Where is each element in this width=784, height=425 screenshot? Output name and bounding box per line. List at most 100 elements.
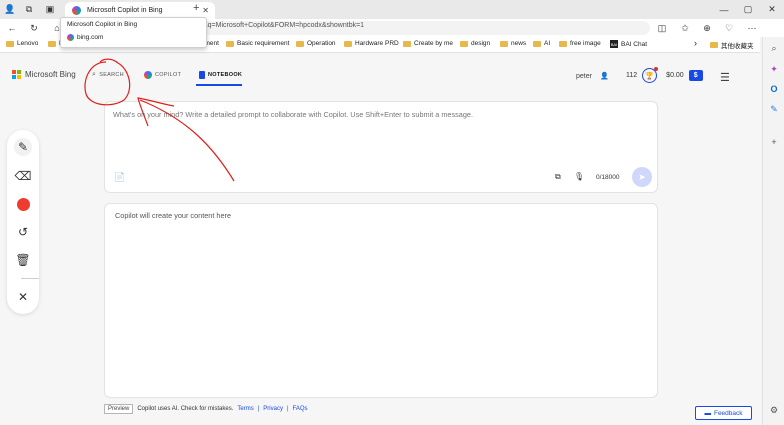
bookmark-folder[interactable]: free image	[559, 40, 601, 47]
copilot-favicon-icon	[72, 6, 81, 15]
refresh-icon[interactable]: ↻	[27, 21, 41, 35]
tab-notebook[interactable]: NOTEBOOK	[199, 71, 242, 79]
bookmark-label: news	[511, 40, 527, 47]
rewards-area[interactable]: 112 🏆 $0.00 $	[626, 67, 703, 83]
bookmark-label: Hardware PRD	[355, 40, 399, 47]
prompt-input[interactable]: What's on your mind? Write a detailed pr…	[113, 110, 473, 119]
red-color-swatch	[16, 197, 30, 211]
copilot-favicon-icon	[67, 34, 74, 41]
back-icon[interactable]: ←	[5, 21, 19, 35]
tab-actions-icon[interactable]: ▣	[43, 2, 57, 16]
tooltip-domain-row: bing.com	[67, 34, 103, 41]
bookmark-label: design	[471, 40, 491, 47]
folder-icon	[559, 40, 567, 47]
bookmark-folder[interactable]: Lenovo	[6, 40, 38, 47]
sidebar-add-icon[interactable]: +	[769, 137, 779, 147]
other-favorites-folder[interactable]: 其他收藏夹	[710, 40, 754, 50]
copilot-icon	[144, 71, 152, 79]
tooltip-domain: bing.com	[77, 34, 104, 41]
pen-tool-icon[interactable]: ✎	[14, 138, 32, 156]
attach-document-icon[interactable]: 📄	[114, 172, 125, 183]
privacy-link[interactable]: Privacy	[263, 406, 283, 412]
bookmark-label: Basic requirement	[237, 40, 290, 47]
sidebar-settings-icon[interactable]: ⚙	[769, 405, 779, 415]
search-icon: ⌕	[92, 71, 97, 78]
footer-separator: |	[286, 406, 289, 412]
send-button[interactable]: ➤	[632, 167, 652, 187]
bookmark-folder[interactable]: Create by me	[403, 40, 453, 47]
bookmarks-overflow-chevron-icon[interactable]: ›	[694, 38, 697, 48]
sidebar-tools-icon[interactable]: ✎	[769, 104, 779, 114]
undo-icon[interactable]: ↺	[14, 223, 32, 241]
bing-logo[interactable]: Microsoft Bing	[12, 70, 76, 79]
microphone-icon[interactable]: 🎙	[574, 172, 584, 181]
terms-link[interactable]: Terms	[237, 406, 253, 412]
dollar-badge-icon[interactable]: $	[688, 70, 703, 81]
image-upload-icon[interactable]: ⧉	[555, 172, 561, 182]
folder-icon	[226, 40, 234, 47]
new-tab-button[interactable]: +	[193, 2, 199, 14]
tab-search-label: SEARCH	[99, 72, 124, 78]
minimize-button[interactable]: —	[712, 5, 736, 15]
eraser-tool-icon[interactable]: ⌫	[14, 167, 32, 185]
window-controls: — ▢ ✕	[712, 0, 784, 19]
collections-icon[interactable]: ⊕	[700, 21, 714, 35]
bookmark-folder[interactable]: news	[500, 40, 526, 47]
trophy-icon[interactable]: 🏆	[642, 67, 659, 83]
bookmark-label: Lenovo	[17, 40, 39, 47]
tab-copilot[interactable]: COPILOT	[144, 71, 181, 79]
sidebar-copilot-icon[interactable]: ✦	[769, 64, 779, 74]
extensions-icon[interactable]: ♡	[722, 21, 736, 35]
more-menu-icon[interactable]: ⋯	[745, 21, 759, 35]
sidebar-outlook-icon[interactable]: O	[769, 84, 779, 94]
folder-icon	[48, 40, 56, 47]
active-tab-indicator	[196, 84, 242, 86]
folder-icon	[533, 40, 541, 47]
bookmark-folder[interactable]: Operation	[296, 40, 336, 47]
drawing-tools-panel: ✎ ⌫ ↺ 🗑 ✕	[7, 130, 39, 314]
tab-hover-tooltip: Microsoft Copilot in Bing bing.com	[60, 17, 207, 48]
bookmark-folder[interactable]: Hardware PRD	[344, 40, 399, 47]
url-text[interactable]: &q=Microsoft+Copilot&FORM=hpcodx&showntb…	[203, 22, 364, 29]
faqs-link[interactable]: FAQs	[293, 406, 308, 412]
favorites-icon[interactable]: ✩	[678, 21, 692, 35]
bookmark-label: Create by me	[414, 40, 454, 47]
profile-icon[interactable]: 👤	[3, 2, 17, 16]
bookmark-label: Operation	[307, 40, 336, 47]
footer: Preview Copilot uses AI. Check for mista…	[104, 404, 308, 414]
feedback-button[interactable]: ▬ Feedback	[695, 406, 752, 420]
close-tools-icon[interactable]: ✕	[14, 288, 32, 306]
folder-icon	[710, 42, 718, 48]
split-screen-icon[interactable]: ◫	[655, 21, 669, 35]
logo-text: Microsoft Bing	[25, 70, 76, 79]
bookmark-label: 其他收藏夹	[721, 43, 754, 50]
maximize-button[interactable]: ▢	[736, 4, 760, 15]
preview-badge: Preview	[104, 404, 134, 414]
rewards-points: 112	[626, 72, 638, 79]
tab-close-icon[interactable]: ✕	[202, 6, 209, 15]
bookmark-folder[interactable]: Basic requirement	[226, 40, 289, 47]
edge-sidebar: ⌕ ✦ O ✎ + ⚙	[762, 37, 784, 425]
character-counter: 0/18000	[596, 174, 620, 181]
workspaces-icon[interactable]: ⧉	[22, 2, 36, 16]
hamburger-menu-icon[interactable]: ☰	[720, 71, 730, 84]
sidebar-search-icon[interactable]: ⌕	[769, 43, 779, 53]
folder-icon	[500, 40, 508, 47]
bookmark-label: free image	[570, 40, 601, 47]
close-window-button[interactable]: ✕	[760, 4, 784, 15]
user-account[interactable]: peter 👤	[576, 72, 609, 81]
tab-title: Microsoft Copilot in Bing	[87, 7, 163, 14]
folder-icon	[403, 40, 411, 47]
bookmark-folder[interactable]: AI	[533, 40, 550, 47]
tab-search[interactable]: ⌕ SEARCH	[92, 71, 124, 79]
feedback-icon: ▬	[704, 409, 711, 417]
microsoft-logo-icon	[12, 70, 21, 79]
disclaimer-text: Copilot uses AI. Check for mistakes.	[137, 406, 234, 412]
color-picker-button[interactable]	[14, 195, 32, 213]
bookmark-folder[interactable]: design	[460, 40, 490, 47]
trash-icon[interactable]: 🗑	[14, 251, 32, 269]
bookmark-site[interactable]: BAI BAI Chat	[610, 40, 647, 48]
bookmark-label: BAI Chat	[621, 40, 648, 48]
footer-separator: |	[257, 406, 260, 412]
folder-icon	[344, 40, 352, 47]
